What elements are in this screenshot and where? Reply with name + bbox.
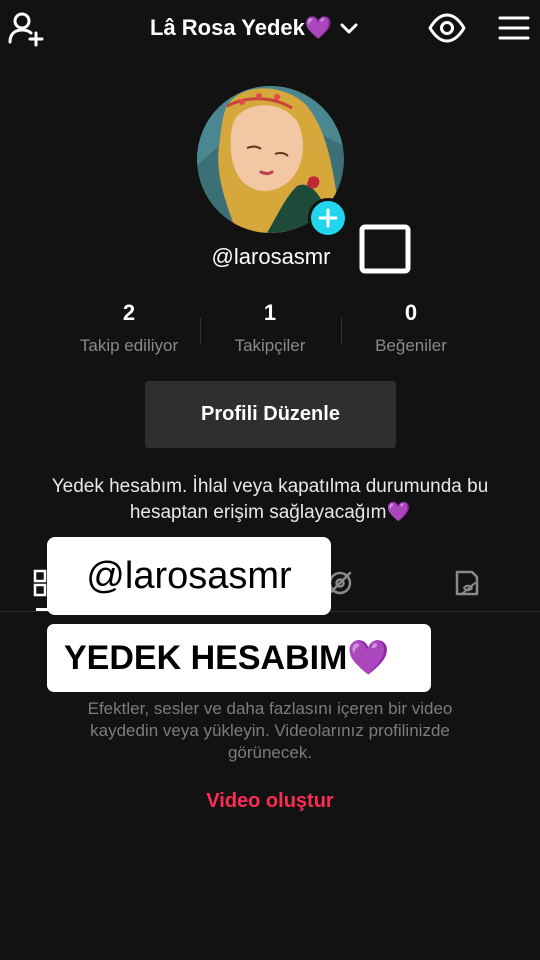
account-title: Lâ Rosa Yedek💜 — [150, 15, 333, 40]
add-photo-button[interactable] — [308, 198, 348, 238]
likes-label: Beğeniler — [375, 336, 447, 355]
followers-count: 1 — [263, 300, 277, 325]
top-bar: Lâ Rosa Yedek💜 — [0, 0, 540, 56]
likes-count: 0 — [404, 300, 418, 325]
stat-following[interactable]: 2 Takip ediliyor — [58, 300, 200, 356]
profile-bio: Yedek hesabım. İhlal veya kapatılma duru… — [51, 476, 489, 523]
eye-icon[interactable] — [427, 10, 467, 46]
plus-icon — [318, 208, 338, 228]
create-video-link[interactable]: Video oluştur — [170, 790, 370, 813]
hamburger-menu-icon[interactable] — [496, 12, 532, 44]
stat-likes[interactable]: 0 Beğeniler — [340, 300, 482, 356]
square-icon[interactable] — [359, 224, 411, 274]
edit-profile-button[interactable]: Profili Düzenle — [145, 381, 396, 448]
profile-stats: 2 Takip ediliyor 1 Takipçiler 0 Beğenile… — [58, 300, 482, 360]
stat-followers[interactable]: 1 Takipçiler — [199, 300, 341, 356]
followers-label: Takipçiler — [234, 336, 306, 355]
caption-sticker: YEDEK HESABIM💜 — [47, 624, 431, 692]
following-count: 2 — [122, 300, 136, 325]
empty-state-text: Efektler, sesler ve daha fazlasını içere… — [87, 699, 453, 762]
handle-sticker: @larosasmr — [47, 537, 331, 615]
account-switcher[interactable]: Lâ Rosa Yedek💜 — [150, 8, 360, 48]
profile-username: @larosasmr — [211, 244, 331, 269]
liked-hidden-icon[interactable] — [452, 568, 482, 598]
add-user-icon[interactable] — [6, 8, 46, 48]
following-label: Takip ediliyor — [79, 336, 179, 355]
chevron-down-icon — [340, 23, 358, 34]
